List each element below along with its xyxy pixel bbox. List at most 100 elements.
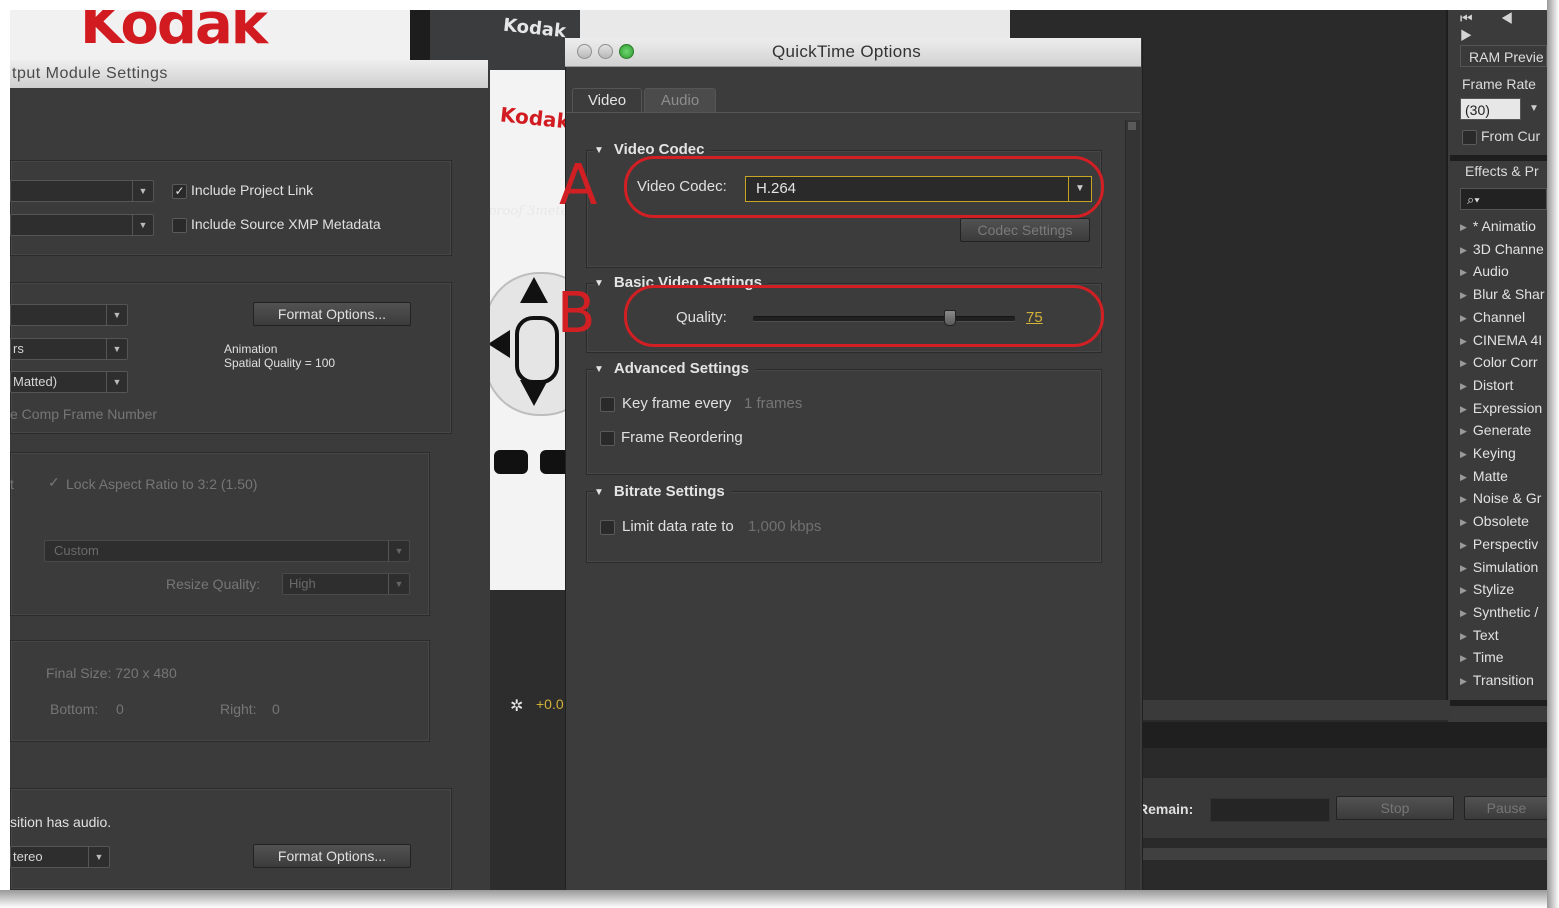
- chevron-down-icon: ▼: [388, 541, 409, 561]
- resize-label: t: [10, 476, 14, 492]
- disclosure-right-icon: ▶: [1460, 585, 1467, 596]
- from-current-label: From Cur: [1481, 128, 1541, 144]
- effects-category-item[interactable]: ▶ Matte: [1460, 468, 1508, 484]
- crop-right-label: Right:: [220, 701, 257, 717]
- audio-channels-dropdown[interactable]: tereo ▼: [10, 846, 110, 868]
- effects-category-item[interactable]: ▶ Keying: [1460, 445, 1516, 461]
- tab-video[interactable]: Video: [572, 88, 642, 113]
- effects-category-item[interactable]: ▶ * Animatio: [1460, 218, 1536, 234]
- data-rate-field[interactable]: 1,000 kbps: [748, 517, 840, 537]
- video-dropdown[interactable]: ▼: [10, 304, 128, 326]
- effects-category-label: Stylize: [1472, 581, 1515, 598]
- effects-category-item[interactable]: ▶ Channel: [1460, 309, 1525, 325]
- audio-channels-value: tereo: [13, 849, 43, 864]
- minimize-icon[interactable]: [598, 44, 613, 59]
- effects-category-item[interactable]: ▶ Audio: [1460, 263, 1509, 279]
- codec-settings-button[interactable]: Codec Settings: [960, 218, 1090, 242]
- quicktime-title: QuickTime Options: [772, 42, 922, 61]
- timeline-strip: [1140, 700, 1450, 720]
- resize-quality-label: Resize Quality:: [166, 576, 261, 592]
- effects-category-label: Color Corr: [1472, 354, 1538, 371]
- close-icon[interactable]: [577, 44, 592, 59]
- key-frame-value[interactable]: 1 frames: [744, 395, 802, 412]
- effects-category-item[interactable]: ▶ Color Corr: [1460, 354, 1538, 370]
- crop-right-value[interactable]: 0: [272, 701, 280, 717]
- effects-category-item[interactable]: ▶ Perspectiv: [1460, 536, 1538, 552]
- from-current-checkbox[interactable]: [1462, 130, 1477, 145]
- crop-bottom-value[interactable]: 0: [116, 701, 124, 717]
- audio-format-options-button[interactable]: Format Options...: [253, 844, 411, 868]
- crop-bottom-label: Bottom:: [50, 701, 99, 717]
- include-project-link-checkbox[interactable]: ✓: [172, 184, 187, 199]
- limit-data-rate-checkbox[interactable]: [600, 520, 615, 535]
- effects-category-label: Blur & Shar: [1472, 286, 1545, 303]
- disclosure-right-icon: ▶: [1460, 471, 1467, 482]
- effects-category-item[interactable]: ▶ Simulation: [1460, 559, 1538, 575]
- disclosure-right-icon: ▶: [1460, 403, 1467, 414]
- effects-category-label: CINEMA 4I: [1472, 331, 1543, 348]
- include-source-xmp-checkbox[interactable]: [172, 218, 187, 233]
- stop-button[interactable]: Stop: [1336, 796, 1454, 820]
- advanced-section-title: Advanced Settings: [613, 360, 749, 377]
- advanced-section-header[interactable]: ▼ Advanced Settings: [594, 360, 755, 377]
- limit-data-rate-label: Limit data rate to: [622, 518, 734, 535]
- post-render-dropdown[interactable]: ▼: [10, 214, 154, 236]
- panel-separator: [1450, 155, 1547, 161]
- effects-category-item[interactable]: ▶ Generate: [1460, 422, 1531, 438]
- effects-category-label: Transition: [1472, 672, 1534, 688]
- effects-category-item[interactable]: ▶ Distort: [1460, 377, 1513, 393]
- format-options-button[interactable]: Format Options...: [253, 302, 411, 326]
- resize-quality-dropdown[interactable]: High ▼: [282, 573, 410, 595]
- effects-category-label: Generate: [1472, 422, 1532, 439]
- exposure-value[interactable]: +0.0: [536, 696, 564, 712]
- effects-category-item[interactable]: ▶ Expression: [1460, 400, 1542, 416]
- effects-category-label: Simulation: [1472, 558, 1539, 575]
- scrollbar-thumb[interactable]: [1128, 122, 1136, 130]
- disclosure-right-icon: ▶: [1460, 562, 1467, 573]
- channels-dropdown[interactable]: rs ▼: [10, 338, 128, 360]
- pause-button[interactable]: Pause: [1464, 796, 1547, 820]
- frame-reordering-label: Frame Reordering: [621, 429, 743, 446]
- effects-category-item[interactable]: ▶ Transition: [1460, 672, 1534, 688]
- effects-category-label: Matte: [1472, 467, 1508, 484]
- exposure-icon[interactable]: ✲: [510, 696, 523, 716]
- lock-aspect-label[interactable]: Lock Aspect Ratio to 3:2 (1.50): [66, 476, 257, 492]
- effects-search-input[interactable]: ⌕▾: [1460, 188, 1547, 210]
- effects-category-label: 3D Channe: [1472, 240, 1544, 257]
- zoom-icon[interactable]: [619, 44, 634, 59]
- effects-category-label: Keying: [1472, 445, 1516, 461]
- effects-category-item[interactable]: ▶ Time: [1460, 649, 1504, 665]
- effects-category-item[interactable]: ▶ Text: [1460, 627, 1499, 643]
- effects-category-item[interactable]: ▶ 3D Channe: [1460, 241, 1544, 257]
- chevron-down-icon: ▼: [132, 181, 153, 201]
- disclosure-right-icon: ▶: [1460, 449, 1467, 459]
- resize-preset-dropdown[interactable]: Custom ▼: [44, 540, 410, 562]
- remain-label: Remain:: [1138, 801, 1194, 817]
- disclosure-right-icon: ▶: [1460, 653, 1467, 664]
- disclosure-right-icon: ▶: [1460, 244, 1467, 255]
- chevron-down-icon[interactable]: ▼: [1520, 98, 1547, 120]
- format-dropdown[interactable]: ▼: [10, 180, 154, 202]
- effects-category-item[interactable]: ▶ Obsolete: [1460, 513, 1529, 529]
- scrollbar[interactable]: [1125, 120, 1140, 890]
- disclosure-right-icon: ▶: [1460, 290, 1467, 301]
- tab-divider: [566, 112, 1140, 113]
- key-frame-checkbox[interactable]: [600, 397, 615, 412]
- effects-category-item[interactable]: ▶ Synthetic /: [1460, 604, 1538, 620]
- effects-category-label: Expression: [1472, 399, 1543, 416]
- ram-preview-button[interactable]: RAM Previe: [1460, 45, 1547, 67]
- effects-category-item[interactable]: ▶ Blur & Shar: [1460, 286, 1545, 302]
- effects-category-label: Channel: [1472, 308, 1526, 325]
- effects-category-item[interactable]: ▶ CINEMA 4I: [1460, 332, 1542, 348]
- remain-field: [1210, 798, 1330, 822]
- transport-controls-icon[interactable]: ⏮ ◀ ▶: [1460, 10, 1547, 44]
- shadow-bottom: [0, 890, 1559, 908]
- frame-reordering-checkbox[interactable]: [600, 431, 615, 446]
- use-comp-frame-number-label: e Comp Frame Number: [10, 406, 158, 422]
- bitrate-section-header[interactable]: ▼ Bitrate Settings: [594, 483, 731, 500]
- tab-audio[interactable]: Audio: [644, 88, 716, 113]
- effects-category-item[interactable]: ▶ Stylize: [1460, 581, 1514, 597]
- effects-category-item[interactable]: ▶ Noise & Gr: [1460, 490, 1541, 506]
- color-dropdown[interactable]: Matted) ▼: [10, 371, 128, 393]
- disclosure-right-icon: ▶: [1460, 607, 1467, 618]
